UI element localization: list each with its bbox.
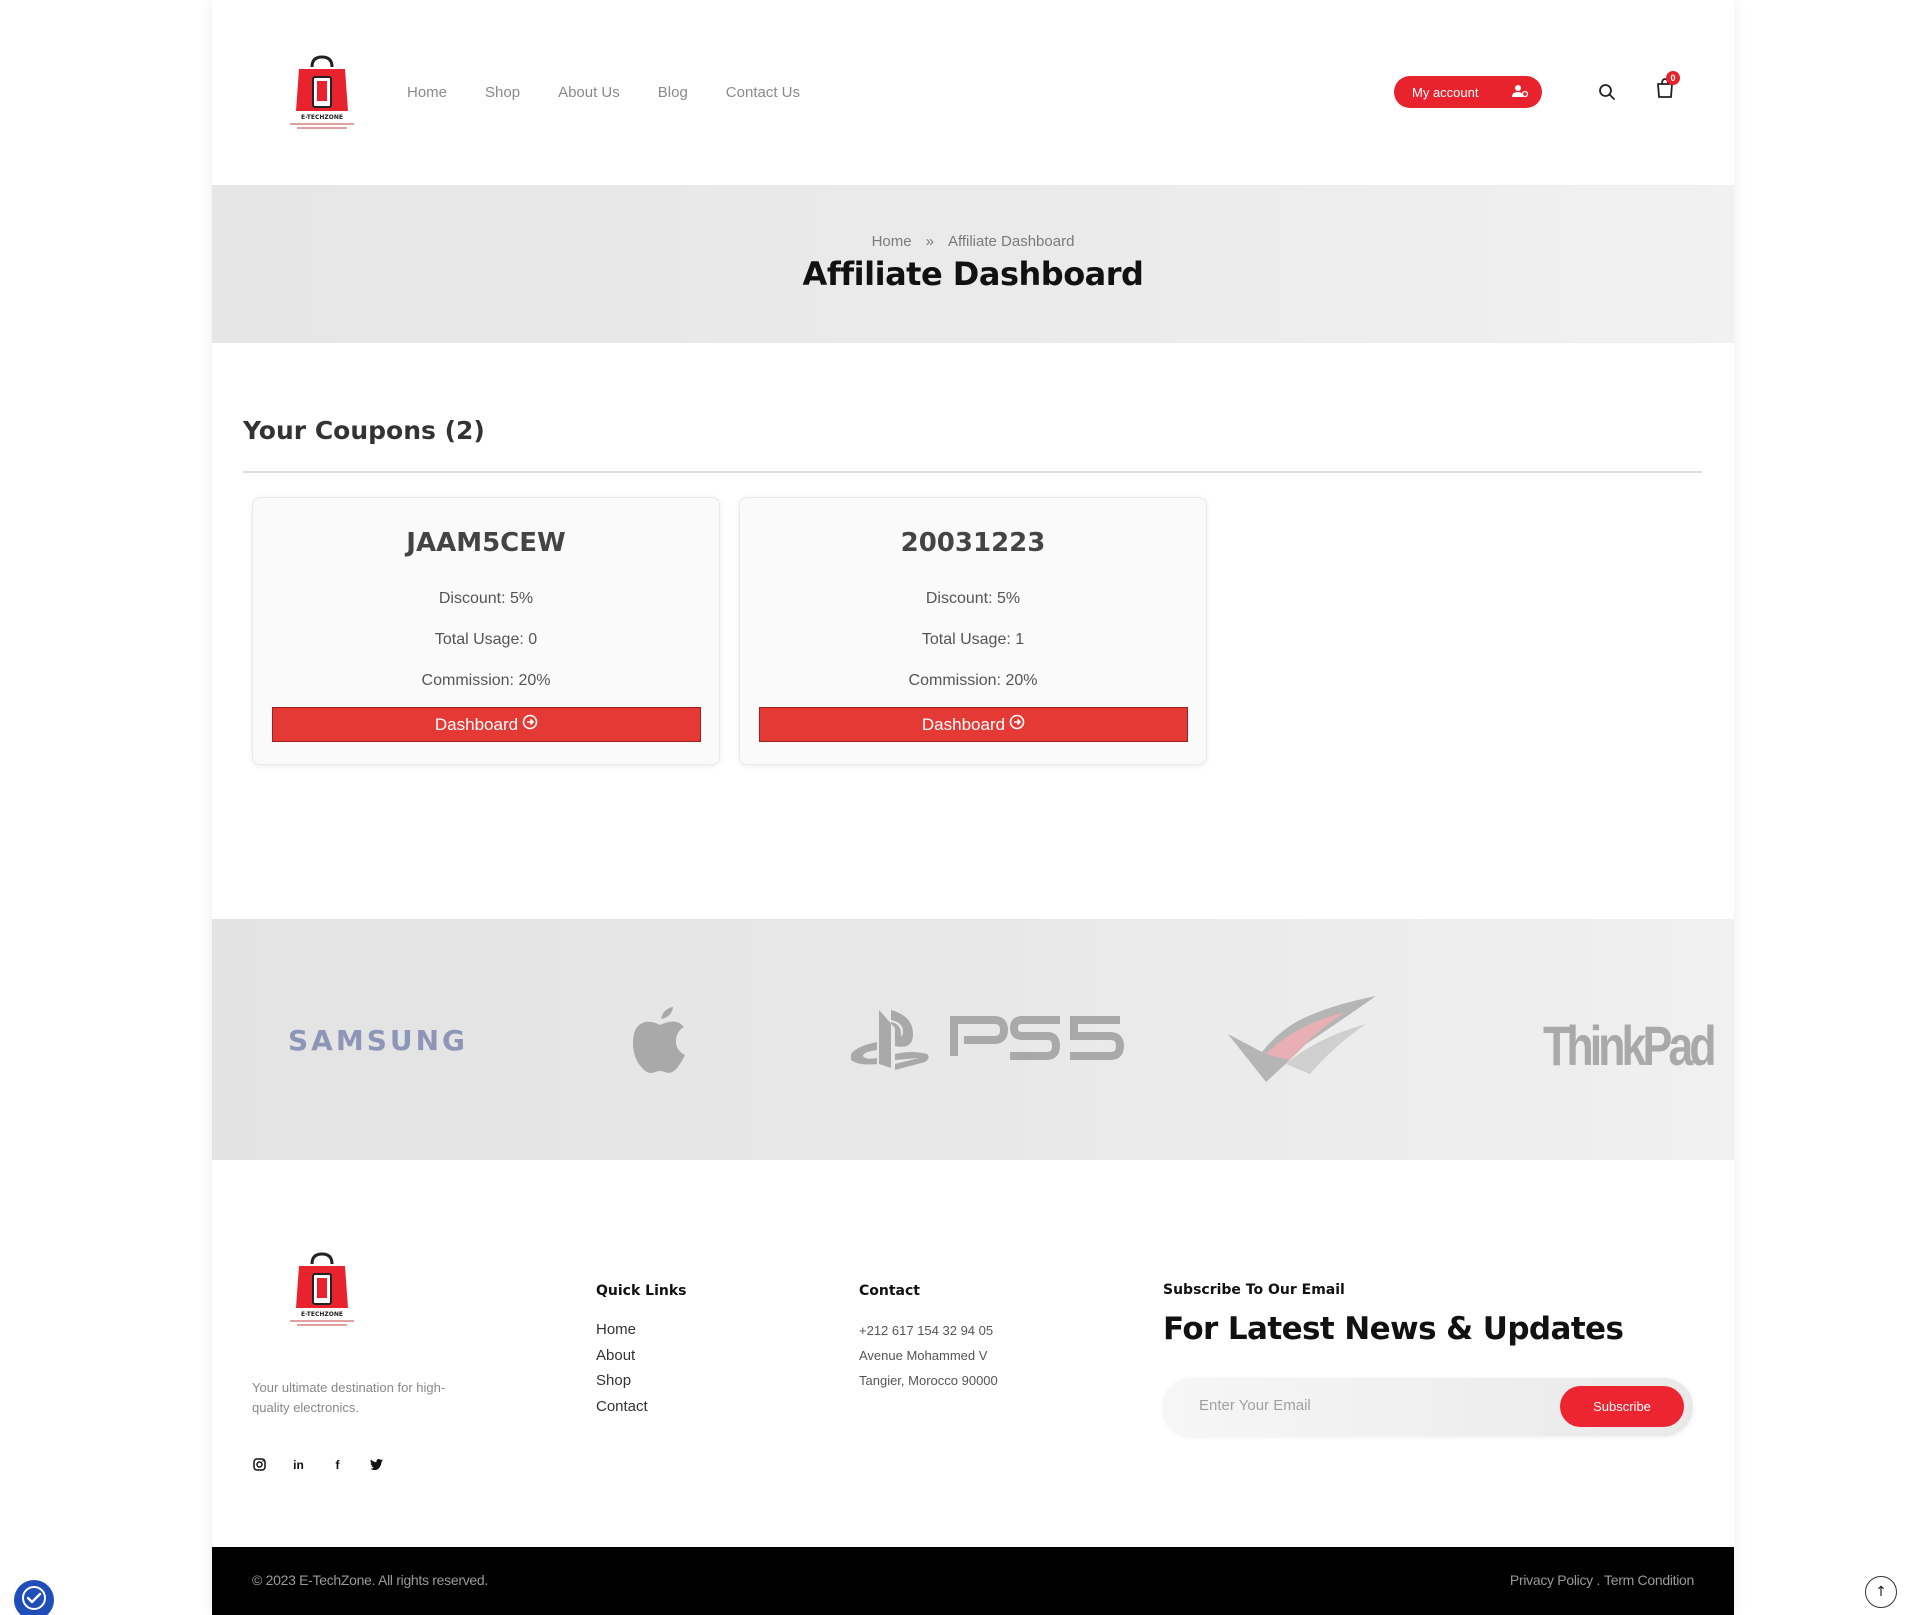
- footer-logo-text: E-TECHZONE: [301, 1311, 343, 1318]
- copyright-text: © 2023 E-TechZone. All rights reserved.: [252, 1572, 488, 1588]
- subscribe-form: Subscribe: [1163, 1378, 1693, 1436]
- accessibility-icon: [21, 1585, 47, 1615]
- ps5-logo[interactable]: [950, 1012, 1125, 1066]
- coupon-commission: Commission: 20%: [908, 672, 1038, 689]
- breadcrumb: Home » Affiliate Dashboard: [212, 233, 1734, 250]
- page-title: Affiliate Dashboard: [802, 255, 1144, 293]
- coupon-discount: Discount: 5%: [438, 590, 534, 607]
- contact-city: Tangier, Morocco 90000: [859, 1373, 998, 1388]
- footer-link-shop[interactable]: Shop: [596, 1372, 648, 1398]
- rog-logo[interactable]: [1226, 994, 1378, 1090]
- arrow-circle-right-icon: [1009, 714, 1025, 735]
- coupon-code: 20031223: [900, 528, 1046, 558]
- footer-logo[interactable]: E-TECHZONE: [272, 1252, 372, 1332]
- breadcrumb-home[interactable]: Home: [872, 233, 912, 250]
- breadcrumb-separator: »: [925, 233, 934, 250]
- search-icon[interactable]: [1598, 83, 1616, 101]
- footer-link-home[interactable]: Home: [596, 1321, 648, 1347]
- quick-links-list: Home About Shop Contact: [596, 1321, 648, 1423]
- legal-links: Privacy Policy . Term Condition: [1510, 1572, 1694, 1588]
- linkedin-icon[interactable]: in: [291, 1457, 306, 1472]
- arrow-circle-right-icon: [522, 714, 538, 735]
- apple-logo[interactable]: [631, 1005, 689, 1079]
- subscribe-heading: For Latest News & Updates: [1163, 1311, 1624, 1347]
- coupon-dashboard-button[interactable]: Dashboard: [272, 707, 701, 742]
- divider: [243, 471, 1702, 473]
- logo-text: E-TECHZONE: [301, 114, 343, 121]
- nav-shop[interactable]: Shop: [485, 84, 520, 101]
- contact-info: +212 617 154 32 94 05 Avenue Mohammed V …: [859, 1323, 998, 1398]
- breadcrumb-current: Affiliate Dashboard: [947, 233, 1075, 250]
- coupon-dashboard-button[interactable]: Dashboard: [759, 707, 1188, 742]
- footer-link-contact[interactable]: Contact: [596, 1398, 648, 1424]
- scroll-to-top-button[interactable]: ↑: [1865, 1576, 1897, 1608]
- coupon-code: JAAM5CEW: [406, 528, 566, 558]
- coupon-commission: Commission: 20%: [421, 672, 551, 689]
- privacy-policy-link[interactable]: Privacy Policy .: [1510, 1572, 1600, 1588]
- accessibility-button[interactable]: [14, 1580, 54, 1615]
- subscribe-button[interactable]: Subscribe: [1560, 1386, 1684, 1427]
- nav-blog[interactable]: Blog: [658, 84, 688, 101]
- email-input[interactable]: [1199, 1397, 1529, 1414]
- contact-title: Contact: [859, 1283, 920, 1299]
- page: E-TECHZONE Home Shop About Us Blog Conta…: [212, 0, 1734, 1615]
- site-logo[interactable]: E-TECHZONE: [272, 55, 372, 135]
- coupon-card: 20031223 Discount: 5% Total Usage: 1 Com…: [739, 497, 1207, 765]
- contact-street: Avenue Mohammed V: [859, 1348, 988, 1363]
- footer-tagline: Your ultimate destination for high-quali…: [252, 1380, 446, 1415]
- footer-link-about[interactable]: About: [596, 1347, 648, 1373]
- brand-strip: SAMSUNG ThinkPad: [212, 919, 1734, 1160]
- dashboard-button-label: Dashboard: [434, 714, 519, 734]
- coupon-usage: Total Usage: 0: [434, 631, 538, 648]
- facebook-icon[interactable]: f: [330, 1457, 345, 1472]
- nav-about-us[interactable]: About Us: [558, 84, 620, 101]
- dashboard-button-label: Dashboard: [921, 714, 1006, 734]
- cart-count-badge: 0: [1666, 71, 1680, 85]
- page-title-banner: Home » Affiliate Dashboard Affiliate Das…: [212, 185, 1734, 343]
- thinkpad-logo[interactable]: ThinkPad: [1543, 1013, 1717, 1078]
- samsung-logo[interactable]: SAMSUNG: [288, 1024, 468, 1057]
- user-settings-icon: [1512, 84, 1529, 101]
- contact-phone: +212 617 154 32 94 05: [859, 1323, 994, 1338]
- instagram-icon[interactable]: [252, 1457, 267, 1472]
- playstation-logo[interactable]: [849, 1006, 931, 1078]
- footer-bottom-bar: © 2023 E-TechZone. All rights reserved. …: [212, 1547, 1734, 1615]
- coupon-discount: Discount: 5%: [925, 590, 1021, 607]
- subscribe-title: Subscribe To Our Email: [1163, 1282, 1345, 1298]
- twitter-icon[interactable]: [369, 1457, 384, 1472]
- arrow-up-icon: ↑: [1875, 1584, 1887, 1600]
- my-account-button[interactable]: My account: [1394, 76, 1542, 108]
- social-links: in f: [252, 1457, 384, 1472]
- nav-home[interactable]: Home: [407, 84, 447, 101]
- coupons-heading: Your Coupons (2): [243, 416, 485, 445]
- site-header: E-TECHZONE Home Shop About Us Blog Conta…: [212, 0, 1734, 185]
- coupon-usage: Total Usage: 1: [921, 631, 1025, 648]
- coupon-card: JAAM5CEW Discount: 5% Total Usage: 0 Com…: [252, 497, 720, 765]
- nav-contact-us[interactable]: Contact Us: [726, 84, 800, 101]
- main-nav: Home Shop About Us Blog Contact Us: [407, 84, 800, 101]
- terms-link[interactable]: Term Condition: [1604, 1572, 1694, 1588]
- quick-links-title: Quick Links: [596, 1283, 687, 1299]
- my-account-label: My account: [1412, 84, 1479, 100]
